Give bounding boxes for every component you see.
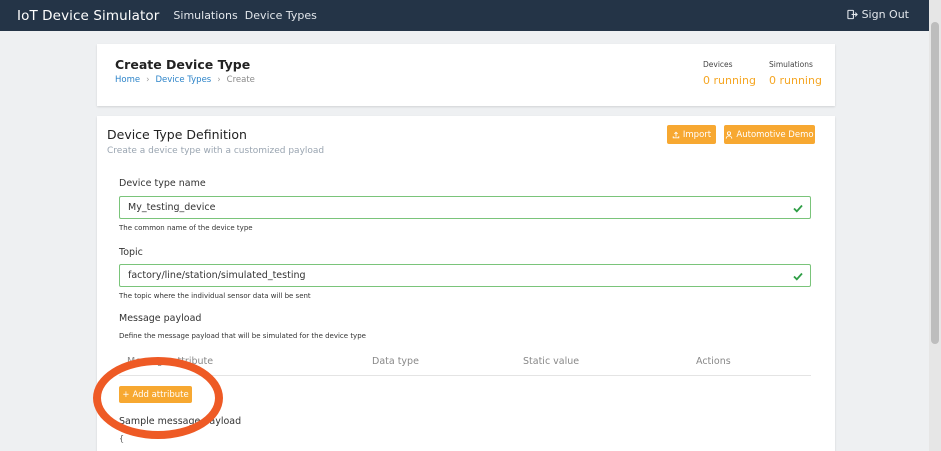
device-type-name-input[interactable]: My_testing_device bbox=[119, 196, 811, 219]
brand-title[interactable]: IoT Device Simulator bbox=[17, 8, 159, 24]
topic-label: Topic bbox=[119, 247, 143, 258]
sign-out-button[interactable]: Sign Out bbox=[846, 8, 909, 21]
page-title: Create Device Type bbox=[115, 57, 251, 72]
highlight-annotation-circle bbox=[93, 357, 223, 439]
device-type-name-label: Device type name bbox=[119, 178, 206, 189]
breadcrumb-device-types[interactable]: Device Types bbox=[156, 75, 212, 85]
import-label: Import bbox=[682, 129, 712, 140]
column-data-type: Data type bbox=[372, 356, 419, 367]
sign-out-label: Sign Out bbox=[861, 8, 909, 21]
valid-check-icon bbox=[793, 272, 803, 281]
breadcrumb-current: Create bbox=[226, 75, 255, 85]
devices-stat-value: 0 running bbox=[703, 74, 756, 87]
message-payload-help: Define the message payload that will be … bbox=[119, 332, 366, 340]
column-actions: Actions bbox=[696, 356, 731, 367]
devices-stat: Devices 0 running bbox=[703, 60, 756, 87]
top-navbar: IoT Device Simulator Simulations Device … bbox=[0, 0, 929, 31]
page-scrollbar[interactable] bbox=[929, 0, 941, 451]
nav-simulations[interactable]: Simulations bbox=[173, 9, 237, 22]
definition-title: Device Type Definition bbox=[107, 127, 247, 142]
device-type-name-value: My_testing_device bbox=[128, 202, 216, 213]
valid-check-icon bbox=[793, 204, 803, 213]
simulations-stat: Simulations 0 running bbox=[769, 60, 822, 87]
automotive-demo-label: Automotive Demo bbox=[736, 129, 814, 140]
nav-device-types[interactable]: Device Types bbox=[245, 9, 317, 22]
import-button[interactable]: Import bbox=[667, 125, 716, 144]
breadcrumb-separator-icon: › bbox=[217, 75, 221, 85]
device-type-name-help: The common name of the device type bbox=[119, 224, 253, 232]
topic-value: factory/line/station/simulated_testing bbox=[128, 270, 306, 281]
sample-payload-code: { bbox=[119, 434, 125, 443]
definition-subtitle: Create a device type with a customized p… bbox=[107, 146, 325, 156]
page-header-card: Create Device Type Home › Device Types ›… bbox=[97, 44, 835, 106]
payload-table-header: Message attribute Data type Static value… bbox=[119, 356, 811, 376]
devices-stat-label: Devices bbox=[703, 60, 733, 69]
topic-input[interactable]: factory/line/station/simulated_testing bbox=[119, 264, 811, 287]
user-icon bbox=[726, 130, 733, 139]
breadcrumb: Home › Device Types › Create bbox=[115, 75, 255, 85]
topic-help: The topic where the individual sensor da… bbox=[119, 292, 311, 300]
simulations-stat-label: Simulations bbox=[769, 60, 813, 69]
simulations-stat-value: 0 running bbox=[769, 74, 822, 87]
sign-out-icon bbox=[846, 9, 858, 20]
automotive-demo-button[interactable]: Automotive Demo bbox=[724, 125, 815, 144]
column-static-value: Static value bbox=[523, 356, 580, 367]
message-payload-label: Message payload bbox=[119, 313, 202, 324]
scrollbar-thumb[interactable] bbox=[931, 22, 939, 344]
breadcrumb-home[interactable]: Home bbox=[115, 75, 140, 85]
breadcrumb-separator-icon: › bbox=[146, 75, 150, 85]
upload-icon bbox=[672, 131, 680, 138]
